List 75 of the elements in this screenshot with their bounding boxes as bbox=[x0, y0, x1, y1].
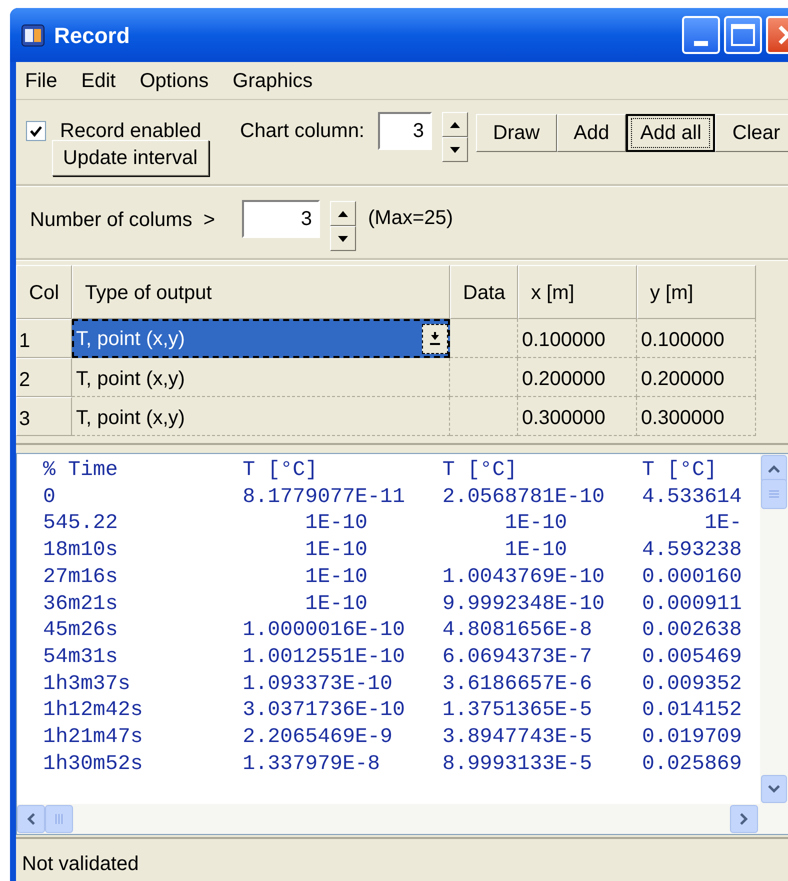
horizontal-scrollbar[interactable] bbox=[17, 804, 788, 834]
table-cell[interactable]: 0.300000 bbox=[637, 397, 756, 436]
menu-item[interactable]: File bbox=[25, 66, 58, 96]
output-line: 18m10s 1E-10 1E-10 4.593238 bbox=[43, 538, 742, 564]
chevron-down-icon bbox=[768, 785, 780, 793]
output-line: 545.22 1E-10 1E-10 1E- bbox=[43, 511, 742, 538]
column-header[interactable]: Col bbox=[16, 265, 72, 319]
table-cell[interactable]: 0.300000 bbox=[518, 397, 637, 436]
output-line: 1h3m37s 1.093373E-10 3.6186657E-6 0.009352 bbox=[43, 672, 742, 698]
row-header[interactable]: 2 bbox=[16, 358, 72, 397]
column-header[interactable]: Type of output bbox=[72, 265, 450, 319]
column-header[interactable]: y [m] bbox=[637, 265, 756, 319]
toolbar-button[interactable]: Draw bbox=[476, 114, 557, 152]
scroll-right-button[interactable] bbox=[730, 805, 758, 833]
table-cell[interactable] bbox=[450, 358, 518, 397]
table-cell[interactable] bbox=[450, 319, 518, 358]
output-line: 0 8.1779077E-11 2.0568781E-10 4.533614 bbox=[43, 484, 742, 511]
chevron-right-icon bbox=[740, 813, 748, 825]
update-interval-button[interactable]: Update interval bbox=[52, 140, 209, 176]
column-count-field[interactable]: 3 bbox=[242, 200, 320, 238]
scroll-thumb[interactable] bbox=[761, 478, 787, 508]
download-arrow-icon bbox=[429, 332, 441, 346]
output-line: 1h12m42s 3.0371736E-10 1.3751365E-5 0.014152 bbox=[43, 698, 742, 724]
triangle-down-icon bbox=[450, 146, 460, 152]
row-header[interactable]: 1 bbox=[16, 319, 72, 358]
spin-up-button[interactable] bbox=[330, 201, 356, 226]
menu-item[interactable]: Options bbox=[140, 66, 209, 96]
table-cell[interactable]: T, point (x,y) bbox=[72, 397, 450, 436]
output-line: 54m31s 1.0012551E-10 6.0694373E-7 0.005469 bbox=[43, 644, 742, 671]
menu-item[interactable]: Graphics bbox=[232, 66, 313, 96]
spin-down-button[interactable] bbox=[442, 137, 468, 162]
checkbox[interactable] bbox=[26, 121, 46, 141]
vertical-scrollbar[interactable] bbox=[760, 454, 788, 804]
triangle-up-icon bbox=[450, 122, 460, 128]
toolbar-button[interactable]: Add bbox=[556, 114, 626, 152]
max-hint: (Max=25) bbox=[368, 206, 454, 231]
scroll-down-button[interactable] bbox=[761, 775, 787, 803]
triangle-down-icon bbox=[338, 236, 348, 242]
chart-column-label: Chart column: bbox=[240, 119, 364, 144]
toolbar-button[interactable]: Add all bbox=[626, 114, 716, 152]
column-header[interactable]: x [m] bbox=[518, 265, 637, 319]
table-cell[interactable] bbox=[450, 397, 518, 436]
checkmark-icon bbox=[29, 124, 43, 138]
output-line: % Time T [°C] T [°C] T [°C] bbox=[43, 458, 717, 484]
output-line: 1h21m47s 2.2065469E-9 3.8947743E-5 0.019709 bbox=[43, 725, 742, 752]
table-cell[interactable]: 0.200000 bbox=[637, 358, 756, 397]
chart-column-field[interactable]: 3 bbox=[378, 112, 432, 150]
column-header[interactable]: Data bbox=[450, 265, 518, 319]
status-text: Not validated bbox=[22, 853, 139, 875]
table-cell[interactable]: 0.100000 bbox=[518, 319, 637, 358]
maximize-button[interactable] bbox=[724, 16, 762, 54]
chevron-up-icon bbox=[768, 465, 780, 473]
output-line: 27m16s 1E-10 1.0043769E-10 0.000160 bbox=[43, 564, 742, 591]
window-title: Record bbox=[54, 22, 130, 50]
menu-item[interactable]: Edit bbox=[81, 66, 116, 96]
app-icon bbox=[20, 22, 46, 48]
column-count-label: Number of colums > bbox=[30, 208, 216, 233]
table-cell[interactable]: T, point (x,y) bbox=[72, 358, 450, 397]
grip-icon bbox=[769, 490, 779, 498]
minimize-button[interactable] bbox=[682, 16, 720, 54]
output-line: 1h30m52s 1.337979E-8 8.9993133E-5 0.025869 bbox=[43, 752, 742, 778]
row-header[interactable]: 3 bbox=[16, 397, 72, 436]
grip-icon bbox=[55, 814, 63, 824]
output-line: 36m21s 1E-10 9.9992348E-10 0.000911 bbox=[43, 592, 742, 618]
table-cell[interactable]: 0.200000 bbox=[518, 358, 637, 397]
scroll-left-button[interactable] bbox=[17, 805, 45, 833]
triangle-up-icon bbox=[338, 210, 348, 216]
spin-down-button[interactable] bbox=[330, 226, 356, 251]
dropdown-button[interactable] bbox=[422, 324, 448, 354]
spin-up-button[interactable] bbox=[442, 112, 468, 137]
scroll-thumb[interactable] bbox=[45, 805, 73, 833]
output-line: 45m26s 1.0000016E-10 4.8081656E-8 0.002638 bbox=[43, 618, 742, 644]
chevron-left-icon bbox=[27, 813, 35, 825]
table-cell[interactable]: 0.100000 bbox=[637, 319, 756, 358]
toolbar-button[interactable]: Clear bbox=[715, 114, 788, 152]
